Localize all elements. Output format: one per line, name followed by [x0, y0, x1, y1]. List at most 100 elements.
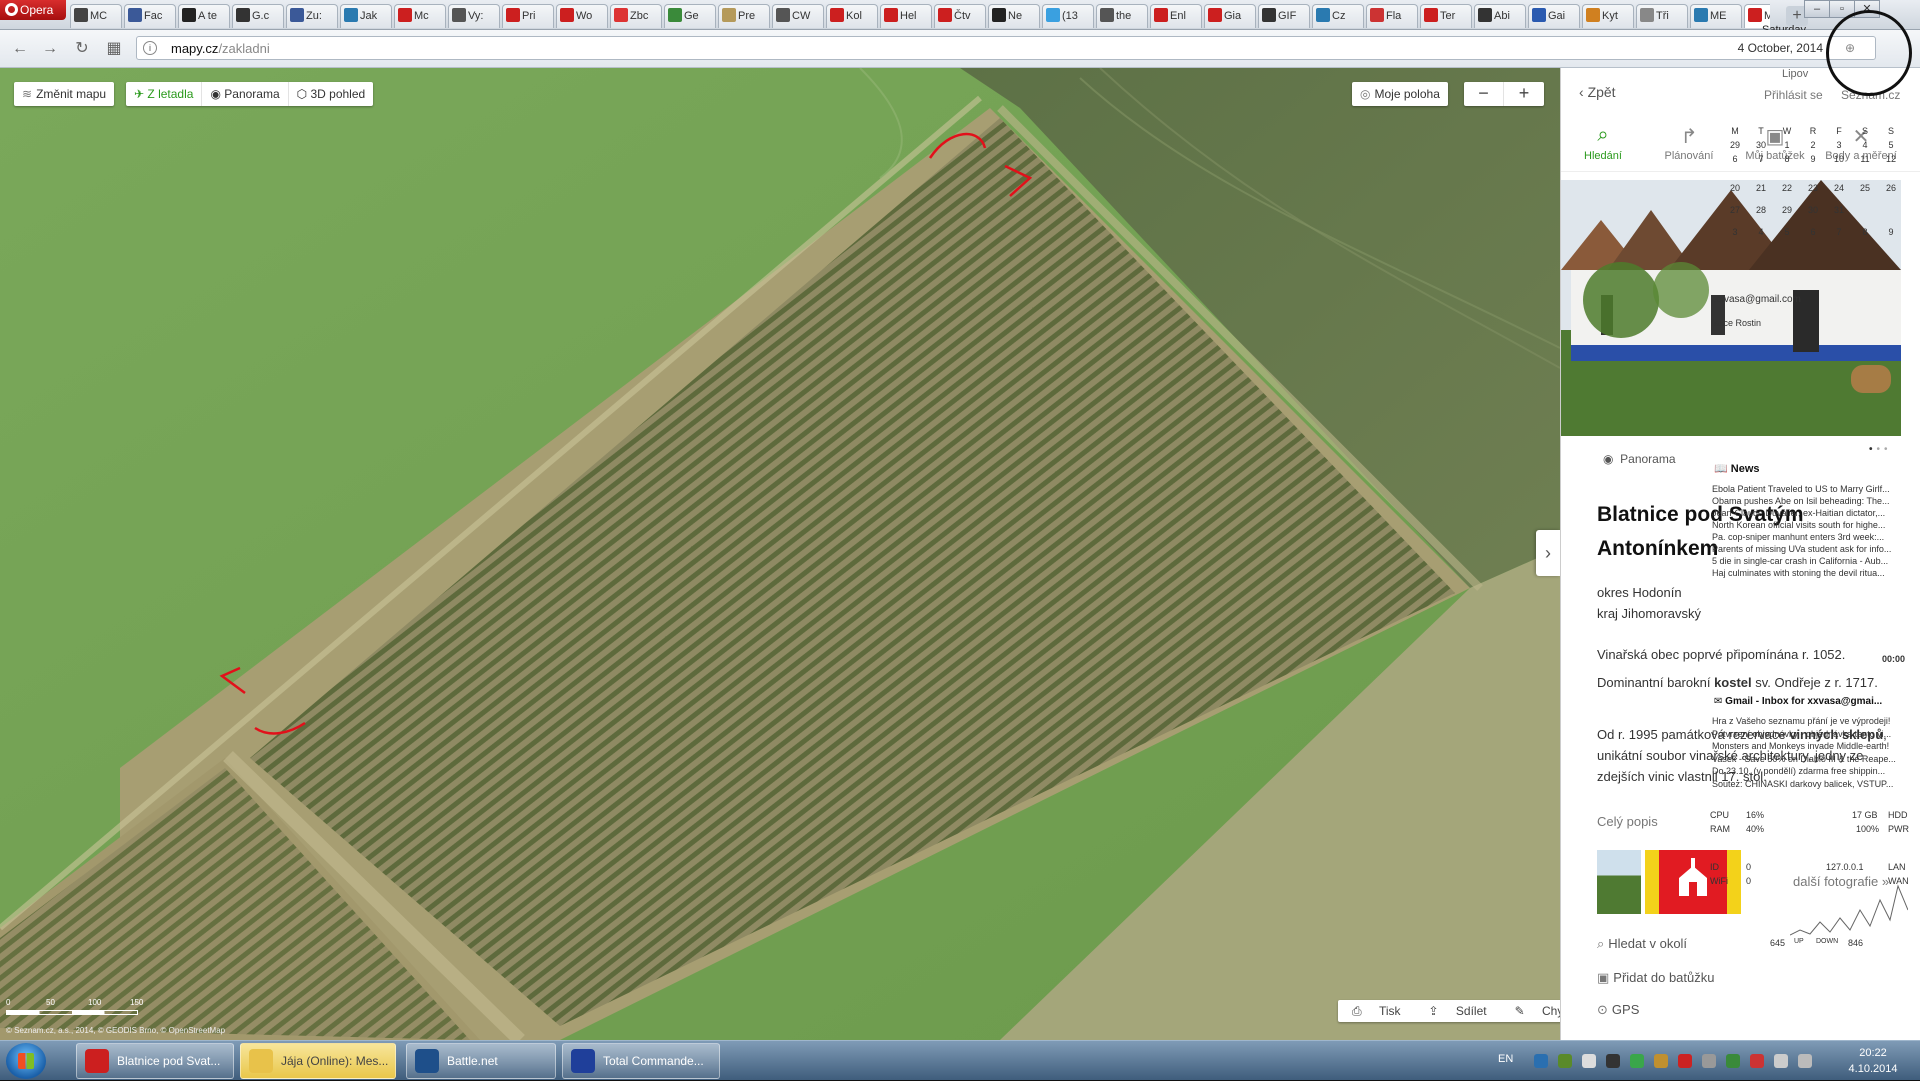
calendar-cell: S	[1887, 126, 1894, 136]
tab-14[interactable]: Kol	[826, 4, 878, 28]
favicon-icon	[1748, 8, 1762, 22]
language-indicator[interactable]: EN	[1498, 1053, 1513, 1065]
tray-app-icon[interactable]	[1702, 1054, 1716, 1068]
report-error-button[interactable]: ✎ Chyba?	[1501, 1000, 1560, 1022]
gps-link[interactable]: ⊙ GPS	[1597, 1002, 1639, 1018]
tab-9[interactable]: Wo	[556, 4, 608, 28]
collapse-panel-chevron-icon[interactable]: ›	[1536, 530, 1560, 576]
tray-app-icon[interactable]	[1606, 1054, 1620, 1068]
news-item[interactable]: Parents of missing UVa student ask for i…	[1712, 544, 1908, 554]
tab-21[interactable]: Gia	[1204, 4, 1256, 28]
tray-app-icon[interactable]	[1726, 1054, 1740, 1068]
back-arrow-icon[interactable]: ←	[10, 39, 30, 59]
tray-app-icon[interactable]	[1654, 1054, 1668, 1068]
tab-10[interactable]: Zbc	[610, 4, 662, 28]
tab-28[interactable]: Kyt	[1582, 4, 1634, 28]
tab-19[interactable]: the	[1096, 4, 1148, 28]
back-link[interactable]: ‹ Zpět	[1579, 84, 1616, 100]
zoom-out-button[interactable]: −	[1464, 82, 1504, 106]
calendar-cell: 11	[1860, 154, 1870, 164]
mail-item[interactable]: Do 23.10. (v pondělí) zdarma free shippi…	[1712, 766, 1908, 776]
tab-label: GIF	[1278, 10, 1297, 22]
3d-view-button[interactable]: ⬡ 3D pohled	[289, 82, 374, 106]
tab-label: Čtv	[954, 10, 971, 22]
tab-4[interactable]: Zu:	[286, 4, 338, 28]
network-icon[interactable]	[1774, 1054, 1788, 1068]
favicon-icon	[344, 8, 358, 22]
add-to-backpack-link[interactable]: ▣ Přidat do batůžku	[1597, 970, 1714, 986]
opera-menu-button[interactable]: Opera	[0, 0, 66, 20]
tab-15[interactable]: Hel	[880, 4, 932, 28]
tray-app-icon[interactable]	[1558, 1054, 1572, 1068]
tab-label: Zbc	[630, 10, 649, 22]
tray-app-icon[interactable]	[1582, 1054, 1596, 1068]
news-item[interactable]: Haj culminates with stoning the devil ri…	[1712, 568, 1908, 578]
tab-11[interactable]: Ge	[664, 4, 716, 28]
flag-icon[interactable]	[1750, 1054, 1764, 1068]
taskbar-item-1[interactable]: Jája (Online): Mes...	[240, 1043, 396, 1079]
mail-item[interactable]: Potvrzení objednávky - objednávka tento …	[1712, 729, 1908, 739]
minimize-button[interactable]: –	[1804, 0, 1830, 18]
change-map-button[interactable]: ≋ Změnit mapu	[14, 82, 115, 106]
start-button[interactable]	[6, 1043, 46, 1079]
tab-6[interactable]: Mc	[394, 4, 446, 28]
tab-27[interactable]: Gai	[1528, 4, 1580, 28]
panorama-mode-button[interactable]: ◉ Panorama	[202, 82, 289, 106]
site-info-icon[interactable]: i	[143, 41, 157, 55]
tray-app-icon[interactable]	[1630, 1054, 1644, 1068]
tab-26[interactable]: Abi	[1474, 4, 1526, 28]
taskbar-item-3[interactable]: Total Commande...	[562, 1043, 720, 1079]
taskbar-item-0[interactable]: Blatnice pod Svat...	[76, 1043, 234, 1079]
taskbar-item-2[interactable]: Battle.net	[406, 1043, 556, 1079]
address-field[interactable]: i mapy.cz/zakladni 4 October, 2014 ⊕	[136, 36, 1876, 60]
reload-icon[interactable]: ↻	[72, 39, 92, 59]
map-canvas[interactable]: ≋ Změnit mapu ✈ Z letadla ◉ Panorama ⬡ 3D p…	[0, 68, 1560, 1040]
news-item[interactable]: North Korean official visits south for h…	[1712, 520, 1908, 530]
news-item[interactable]: 5 die in single-car crash in California …	[1712, 556, 1908, 566]
thumbnail-cellars[interactable]	[1597, 850, 1641, 914]
zoom-in-button[interactable]: +	[1504, 82, 1544, 106]
tab-13[interactable]: CW	[772, 4, 824, 28]
tab-0[interactable]: MC	[70, 4, 122, 28]
mail-item[interactable]: Hra z Vašeho seznamu přání je ve výprode…	[1712, 716, 1908, 726]
mail-item[interactable]: Soutez: CHINASKI darkovy balicek, VSTUP.…	[1712, 779, 1908, 789]
search-nearby-link[interactable]: ⌕ Hledat v okolí	[1597, 936, 1687, 952]
scale-bar	[6, 1010, 138, 1015]
mail-item[interactable]: Vasek - Save 50% on Diablo III & the Rea…	[1712, 754, 1908, 764]
tab-8[interactable]: Pri	[502, 4, 554, 28]
tab-22[interactable]: GIF	[1258, 4, 1310, 28]
volume-icon[interactable]	[1798, 1054, 1812, 1068]
mail-item[interactable]: Monsters and Monkeys invade Middle-earth…	[1712, 741, 1908, 751]
tab-23[interactable]: Cz	[1312, 4, 1364, 28]
tab-5[interactable]: Jak	[340, 4, 392, 28]
forward-arrow-icon[interactable]: →	[40, 39, 60, 59]
tray-app-icon[interactable]	[1534, 1054, 1548, 1068]
tab-7[interactable]: Vy:	[448, 4, 500, 28]
print-button[interactable]: ⎙ Tisk	[1338, 1000, 1415, 1022]
share-button[interactable]: ⇪ Sdílet	[1415, 1000, 1501, 1022]
tab-1[interactable]: Fac	[124, 4, 176, 28]
speed-dial-icon[interactable]: ▦	[104, 39, 124, 59]
taskbar-clock[interactable]: 20:22 4.10.2014	[1838, 1045, 1908, 1077]
news-item[interactable]: Ebola Patient Traveled to US to Marry Gi…	[1712, 484, 1908, 494]
news-item[interactable]: Pa. cop-sniper manhunt enters 3rd week:.…	[1712, 532, 1908, 542]
panorama-link[interactable]: ◉ Panorama	[1603, 452, 1676, 466]
tab-2[interactable]: A te	[178, 4, 230, 28]
tab-29[interactable]: Tři	[1636, 4, 1688, 28]
tray-app-icon[interactable]	[1678, 1054, 1692, 1068]
tab-24[interactable]: Fla	[1366, 4, 1418, 28]
news-item[interactable]: Jean-Claude Duvalier, ex-Haitian dictato…	[1712, 508, 1908, 518]
my-location-button[interactable]: ◎ Moje poloha	[1352, 82, 1448, 106]
tab-12[interactable]: Pre	[718, 4, 770, 28]
tab-20[interactable]: Enl	[1150, 4, 1202, 28]
aerial-mode-button[interactable]: ✈ Z letadla	[126, 82, 203, 106]
tab-16[interactable]: Čtv	[934, 4, 986, 28]
news-item[interactable]: Obama pushes Abe on Isil beheading: The.…	[1712, 496, 1908, 506]
tab-3[interactable]: G.c	[232, 4, 284, 28]
tab-25[interactable]: Ter	[1420, 4, 1472, 28]
tab-30[interactable]: ME	[1690, 4, 1742, 28]
tab-18[interactable]: (13	[1042, 4, 1094, 28]
tab-17[interactable]: Ne	[988, 4, 1040, 28]
full-description-link[interactable]: Celý popis	[1597, 814, 1658, 829]
tab-search[interactable]: ⌕ Hledání	[1561, 116, 1645, 172]
